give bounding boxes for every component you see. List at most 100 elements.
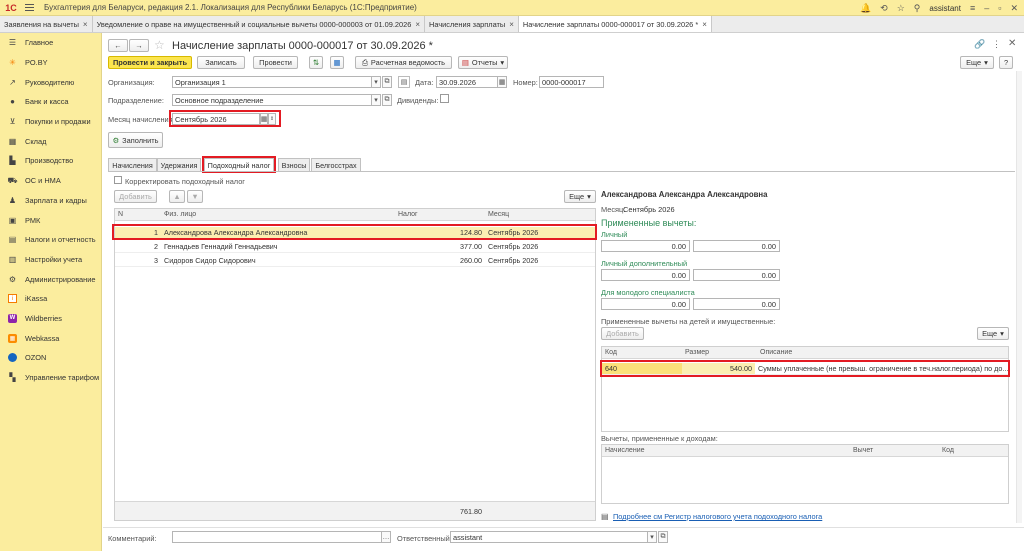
- organization-dropdown-icon[interactable]: ▾: [371, 76, 381, 88]
- comment-expand-icon[interactable]: …: [381, 531, 391, 543]
- move-down-button[interactable]: ▼: [187, 190, 203, 203]
- sidebar-item-poby[interactable]: ✳ PO.BY: [0, 53, 101, 73]
- notifications-icon[interactable]: 🔔: [860, 3, 871, 14]
- tab-belgosstrakh[interactable]: Белгосстрах: [311, 158, 361, 171]
- table-header: N Физ. лицо Налог Месяц: [115, 209, 595, 221]
- tab-payroll-list[interactable]: Начисления зарплаты ×: [425, 16, 519, 32]
- tab-label: Заявления на вычеты: [4, 19, 79, 29]
- table-row[interactable]: 2 Геннадьев Геннадий Геннадьевич 377.00 …: [115, 241, 595, 253]
- department-dropdown-icon[interactable]: ▾: [371, 94, 381, 106]
- sidebar-item-webkassa[interactable]: ▦ Webkassa: [0, 328, 101, 348]
- left-more-button[interactable]: Еще ▾: [564, 190, 596, 203]
- vertical-scrollbar[interactable]: [1016, 71, 1022, 523]
- sidebar-item-sales[interactable]: ⊻ Покупки и продажи: [0, 112, 101, 132]
- sidebar-item-taxes[interactable]: ▤ Налоги и отчетность: [0, 230, 101, 250]
- move-up-button[interactable]: ▲: [169, 190, 185, 203]
- number-field[interactable]: 0000-000017: [539, 76, 604, 88]
- tab-notification[interactable]: Уведомление о праве на имущественный и с…: [93, 16, 426, 32]
- forward-button[interactable]: →: [129, 39, 149, 52]
- young-specialist-field-2[interactable]: 0.00: [693, 298, 780, 310]
- minimize-icon[interactable]: –: [984, 3, 989, 13]
- menu-icon: ☰: [8, 38, 17, 48]
- close-tab-icon[interactable]: ×: [702, 20, 707, 29]
- sidebar-item-production[interactable]: ▙ Производство: [0, 151, 101, 171]
- sidebar-item-warehouse[interactable]: ▦ Склад: [0, 131, 101, 151]
- responsible-dropdown-icon[interactable]: ▾: [647, 531, 657, 543]
- history-icon[interactable]: ⟲: [880, 3, 888, 14]
- search-icon[interactable]: ⚲: [914, 3, 921, 14]
- table-row[interactable]: 3 Сидоров Сидор Сидорович 260.00 Сентябр…: [115, 255, 595, 267]
- sidebar-item-manager[interactable]: ↗ Руководителю: [0, 72, 101, 92]
- responsible-open-icon[interactable]: ⧉: [658, 531, 668, 543]
- current-user[interactable]: assistant: [929, 4, 961, 13]
- number-label: Номер:: [513, 78, 538, 87]
- right-more-button[interactable]: Еще ▾: [977, 327, 1009, 340]
- link-icon[interactable]: 🔗: [974, 39, 985, 50]
- tab-contributions[interactable]: Взносы: [278, 158, 310, 171]
- org-card-icon[interactable]: ▤: [398, 76, 410, 88]
- close-icon[interactable]: ✕: [1010, 3, 1018, 14]
- sidebar-item-ikassa[interactable]: i iKassa: [0, 289, 101, 309]
- sidebar-item-ozon[interactable]: OZON: [0, 348, 101, 368]
- calendar-icon[interactable]: ▦: [497, 76, 507, 88]
- sidebar-item-wildberries[interactable]: W Wildberries: [0, 309, 101, 329]
- organization-field[interactable]: Организация 1: [172, 76, 372, 88]
- tab-accruals[interactable]: Начисления: [108, 158, 157, 171]
- department-field[interactable]: Основное подразделение: [172, 94, 372, 106]
- young-specialist-field[interactable]: 0.00: [601, 298, 690, 310]
- deduction-row-highlight: [600, 360, 1010, 377]
- sidebar-item-rmk[interactable]: ▣ РМК: [0, 210, 101, 230]
- sidebar-item-accounting-settings[interactable]: ▥ Настройки учета: [0, 250, 101, 270]
- main-menu-icon[interactable]: [22, 4, 36, 11]
- organization-open-icon[interactable]: ⧉: [382, 76, 392, 88]
- fill-button[interactable]: ⚙ Заполнить: [108, 132, 163, 148]
- close-tab-icon[interactable]: ×: [415, 20, 420, 29]
- settings-menu-icon[interactable]: ≡: [970, 3, 975, 13]
- department-open-icon[interactable]: ⧉: [382, 94, 392, 106]
- arrow-left-icon: ←: [114, 41, 122, 50]
- maximize-icon[interactable]: ▫: [998, 3, 1001, 13]
- comment-field[interactable]: [172, 531, 382, 543]
- personal-deduction-field[interactable]: 0.00: [601, 240, 690, 252]
- post-button[interactable]: Провести: [253, 56, 298, 69]
- sidebar-item-bank[interactable]: ● Банк и касса: [0, 92, 101, 112]
- close-tab-icon[interactable]: ×: [509, 20, 514, 29]
- posting-movements-icon[interactable]: ⇅: [309, 56, 323, 69]
- help-button[interactable]: ?: [999, 56, 1013, 69]
- reports-button[interactable]: ▤ Отчеты ▾: [458, 56, 508, 69]
- ozon-icon: [8, 353, 17, 363]
- sidebar-item-tariff[interactable]: ▚ Управление тарифом: [0, 368, 101, 388]
- add-deduction-button[interactable]: Добавить: [601, 327, 644, 340]
- close-tab-icon[interactable]: ×: [83, 20, 88, 29]
- date-field[interactable]: 30.09.2026: [436, 76, 498, 88]
- structure-icon[interactable]: ▦: [330, 56, 344, 69]
- correct-tax-checkbox[interactable]: [114, 176, 122, 184]
- more-actions-icon[interactable]: ⋮: [992, 39, 1001, 50]
- favorite-star-icon[interactable]: ☆: [154, 38, 165, 52]
- close-form-icon[interactable]: ✕: [1008, 38, 1016, 49]
- sidebar-item-assets[interactable]: ⛟ ОС и НМА: [0, 171, 101, 191]
- personal-deduction-field-2[interactable]: 0.00: [693, 240, 780, 252]
- personal-extra-field-2[interactable]: 0.00: [693, 269, 780, 281]
- favorites-icon[interactable]: ☆: [897, 3, 905, 14]
- responsible-field[interactable]: assistant: [450, 531, 648, 543]
- sidebar-item-label: Webkassa: [25, 333, 60, 343]
- sidebar-item-main[interactable]: ☰ Главное: [0, 33, 101, 53]
- tax-register-link[interactable]: Подробнее см Регистр налогового учета по…: [613, 512, 822, 521]
- sidebar-item-admin[interactable]: ⚙ Администрирование: [0, 269, 101, 289]
- personal-extra-field[interactable]: 0.00: [601, 269, 690, 281]
- sidebar-item-label: ОС и НМА: [25, 176, 61, 186]
- sidebar-item-payroll[interactable]: ♟ Зарплата и кадры: [0, 191, 101, 211]
- sidebar-item-label: Главное: [25, 38, 54, 48]
- post-and-close-button[interactable]: Провести и закрыть: [108, 56, 192, 69]
- save-button[interactable]: Записать: [197, 56, 245, 69]
- deductions-table: Код Размер Описание 640 540.00 Суммы упл…: [601, 346, 1009, 432]
- back-button[interactable]: ←: [108, 39, 128, 52]
- add-row-button[interactable]: Добавить: [114, 190, 157, 203]
- more-button[interactable]: Еще ▾: [960, 56, 994, 69]
- tab-payroll-document[interactable]: Начисление зарплаты 0000-000017 от 30.09…: [518, 16, 712, 32]
- tab-deduction-applications[interactable]: Заявления на вычеты ×: [0, 16, 93, 32]
- payslip-button[interactable]: ⎙ Расчетная ведомость: [355, 56, 452, 69]
- dividends-checkbox[interactable]: [440, 94, 449, 103]
- tab-deductions[interactable]: Удержания: [157, 158, 201, 171]
